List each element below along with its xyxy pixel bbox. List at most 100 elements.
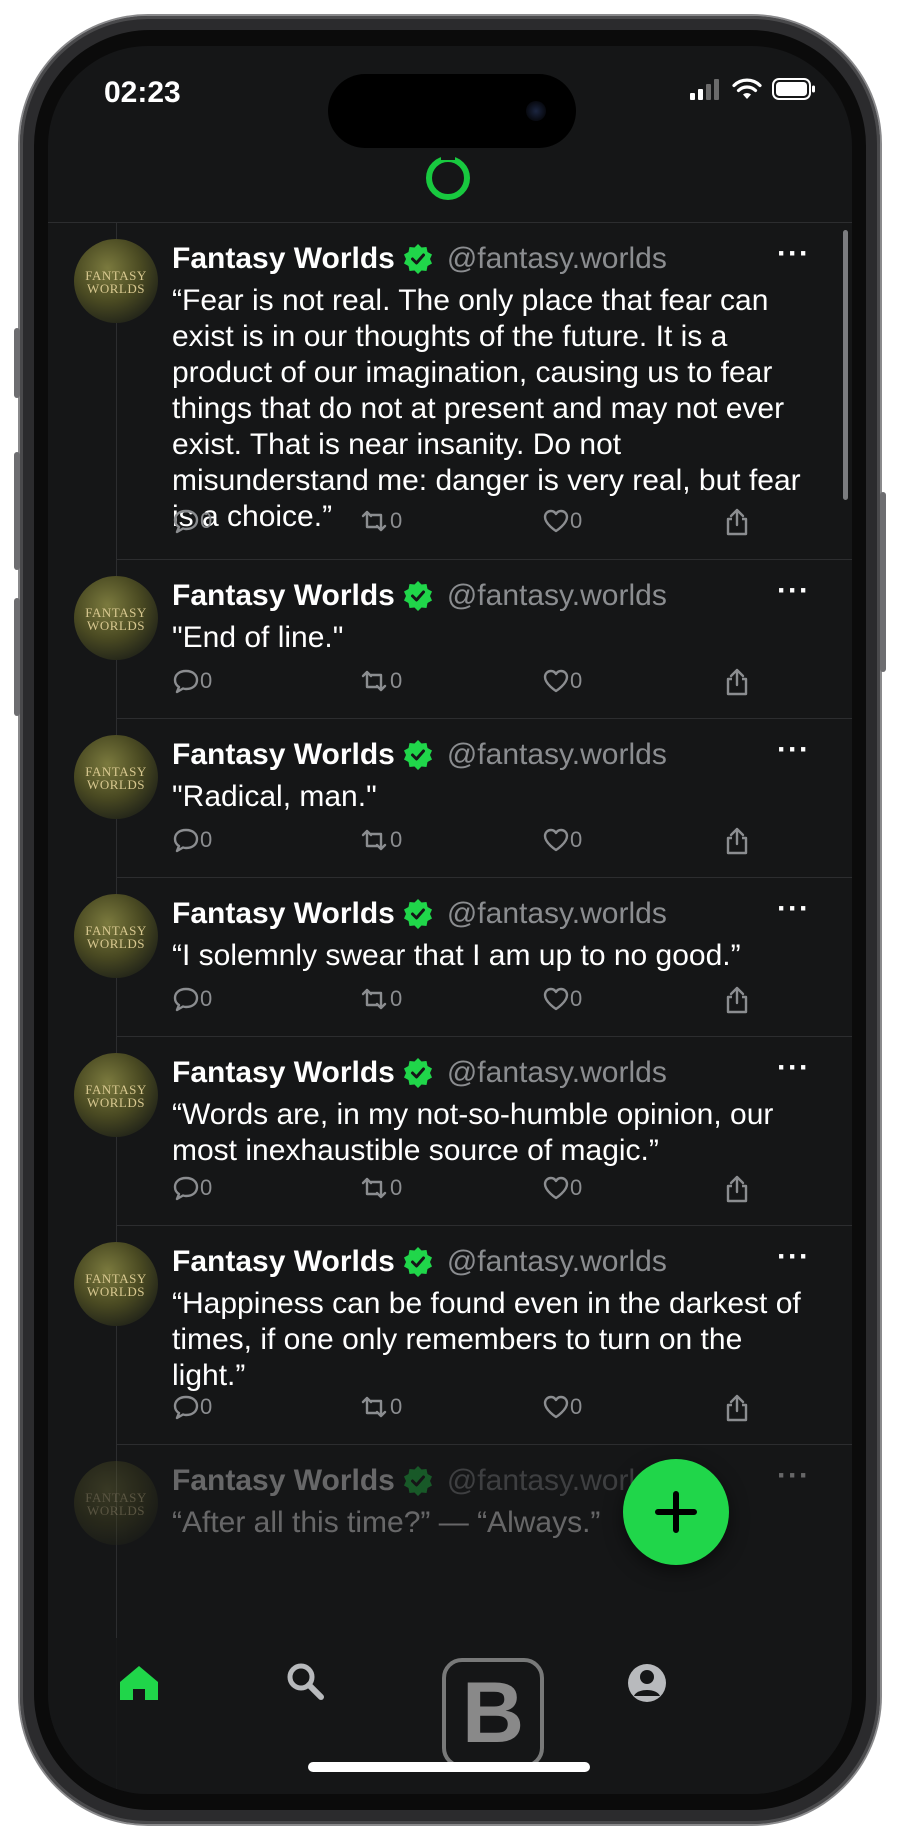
like-button[interactable]: 0 xyxy=(542,1174,582,1202)
home-icon[interactable] xyxy=(114,1658,164,1708)
author-name[interactable]: Fantasy Worlds xyxy=(172,897,395,931)
repost-button[interactable]: 0 xyxy=(358,985,402,1013)
post-actions: 0 0 0 xyxy=(172,826,810,860)
author-handle[interactable]: @fantasy.worlds xyxy=(447,579,667,613)
profile-icon[interactable] xyxy=(622,1658,672,1708)
ring-logo-icon[interactable] xyxy=(426,152,470,200)
more-options-icon[interactable]: ··· xyxy=(777,733,810,767)
reply-button[interactable]: 0 xyxy=(172,826,212,854)
like-button[interactable]: 0 xyxy=(542,826,582,854)
repost-button[interactable]: 0 xyxy=(358,1393,402,1421)
post[interactable]: FANTASY WORLDS Fantasy Worlds @fantasy.wo… xyxy=(74,1037,852,1226)
more-options-icon[interactable]: ··· xyxy=(777,574,810,608)
verified-badge-icon xyxy=(403,1247,432,1277)
post[interactable]: FANTASY WORLDS Fantasy Worlds @fantasy.wo… xyxy=(74,1445,852,1605)
more-options-icon[interactable]: ··· xyxy=(777,1459,810,1493)
dynamic-island xyxy=(328,74,576,148)
avatar[interactable]: FANTASY WORLDS xyxy=(74,239,158,323)
post-text: "Radical, man." xyxy=(172,780,377,813)
reply-button[interactable]: 0 xyxy=(172,985,212,1013)
share-button[interactable] xyxy=(723,1393,751,1423)
repost-icon xyxy=(361,1177,387,1199)
more-options-icon[interactable]: ··· xyxy=(777,1240,810,1274)
avatar[interactable]: FANTASY WORLDS xyxy=(74,1053,158,1137)
repost-button[interactable]: 0 xyxy=(358,667,402,695)
author-handle[interactable]: @fantasy.worlds xyxy=(447,242,667,276)
post[interactable]: FANTASY WORLDS Fantasy Worlds @fantasy.wo… xyxy=(74,223,852,560)
post-text: "End of line." xyxy=(172,621,344,654)
search-icon[interactable] xyxy=(281,1658,331,1708)
share-button[interactable] xyxy=(723,667,751,697)
reply-count: 0 xyxy=(200,668,213,693)
avatar-logo-text: FANTASY WORLDS xyxy=(85,1271,147,1299)
share-button[interactable] xyxy=(723,985,751,1015)
more-options-icon[interactable]: ··· xyxy=(777,892,810,926)
author-handle[interactable]: @fantasy.worlds xyxy=(447,1056,667,1090)
avatar[interactable]: FANTASY WORLDS xyxy=(74,576,158,660)
share-button[interactable] xyxy=(723,1174,751,1204)
repost-icon xyxy=(361,1396,387,1418)
heart-icon xyxy=(543,828,569,852)
repost-button[interactable]: 0 xyxy=(358,826,402,854)
heart-icon xyxy=(543,509,569,533)
avatar-logo-text: FANTASY WORLDS xyxy=(85,268,147,296)
author-name[interactable]: Fantasy Worlds xyxy=(172,1464,395,1498)
wifi-icon xyxy=(732,78,762,99)
post[interactable]: FANTASY WORLDS Fantasy Worlds @fantasy.wo… xyxy=(74,560,852,719)
post[interactable]: FANTASY WORLDS Fantasy Worlds @fantasy.wo… xyxy=(74,878,852,1037)
post[interactable]: FANTASY WORLDS Fantasy Worlds @fantasy.wo… xyxy=(74,1226,852,1445)
repost-icon xyxy=(361,510,387,532)
post-feed: FANTASY WORLDS Fantasy Worlds @fantasy.wo… xyxy=(48,223,852,1605)
author-name[interactable]: Fantasy Worlds xyxy=(172,579,395,613)
author-name[interactable]: Fantasy Worlds xyxy=(172,242,395,276)
avatar[interactable]: FANTASY WORLDS xyxy=(74,894,158,978)
repost-button[interactable]: 0 xyxy=(358,1174,402,1202)
post[interactable]: FANTASY WORLDS Fantasy Worlds @fantasy.wo… xyxy=(74,719,852,878)
post-header: Fantasy Worlds @fantasy.worlds xyxy=(172,1242,667,1282)
author-name[interactable]: Fantasy Worlds xyxy=(172,1245,395,1279)
like-count: 0 xyxy=(570,1175,583,1200)
avatar[interactable]: FANTASY WORLDS xyxy=(74,735,158,819)
like-button[interactable]: 0 xyxy=(542,507,582,535)
more-options-icon[interactable]: ··· xyxy=(777,1051,810,1085)
heart-icon xyxy=(543,987,569,1011)
avatar-logo-text: FANTASY WORLDS xyxy=(85,605,147,633)
avatar[interactable]: FANTASY WORLDS xyxy=(74,1461,158,1545)
heart-icon xyxy=(543,1395,569,1419)
reply-button[interactable]: 0 xyxy=(172,667,212,695)
reply-count: 0 xyxy=(200,827,213,852)
like-button[interactable]: 0 xyxy=(542,667,582,695)
share-icon xyxy=(726,1394,748,1422)
reply-button[interactable]: 0 xyxy=(172,1393,212,1421)
compose-post-button[interactable] xyxy=(623,1459,729,1565)
reply-button[interactable]: 0 xyxy=(172,1174,212,1202)
reply-count: 0 xyxy=(200,1394,213,1419)
share-button[interactable] xyxy=(723,507,751,537)
like-count: 0 xyxy=(570,827,583,852)
reply-icon xyxy=(173,509,199,534)
like-button[interactable]: 0 xyxy=(542,1393,582,1421)
author-name[interactable]: Fantasy Worlds xyxy=(172,738,395,772)
author-handle[interactable]: @fantasy.worlds xyxy=(447,738,667,772)
more-options-icon[interactable]: ··· xyxy=(777,237,810,271)
post-header: Fantasy Worlds @fantasy.worlds xyxy=(172,576,667,616)
avatar-logo-text: FANTASY WORLDS xyxy=(85,764,147,792)
share-icon xyxy=(726,1175,748,1203)
post-text: “Words are, in my not-so-humble opinion,… xyxy=(172,1098,774,1167)
author-handle[interactable]: @fantasy.worlds xyxy=(447,1245,667,1279)
post-actions: 0 0 0 xyxy=(172,1174,810,1208)
like-count: 0 xyxy=(570,508,583,533)
repost-button[interactable]: 0 xyxy=(358,507,402,535)
author-handle[interactable]: @fantasy.worlds xyxy=(447,897,667,931)
home-indicator[interactable] xyxy=(308,1762,590,1772)
reply-count: 0 xyxy=(200,986,213,1011)
reply-button[interactable]: 0 xyxy=(172,507,212,535)
like-button[interactable]: 0 xyxy=(542,985,582,1013)
avatar[interactable]: FANTASY WORLDS xyxy=(74,1242,158,1326)
plus-icon xyxy=(655,1491,697,1533)
post-actions: 0 0 0 xyxy=(172,1393,810,1427)
reply-count: 0 xyxy=(200,508,213,533)
share-button[interactable] xyxy=(723,826,751,856)
author-name[interactable]: Fantasy Worlds xyxy=(172,1056,395,1090)
like-count: 0 xyxy=(570,668,583,693)
